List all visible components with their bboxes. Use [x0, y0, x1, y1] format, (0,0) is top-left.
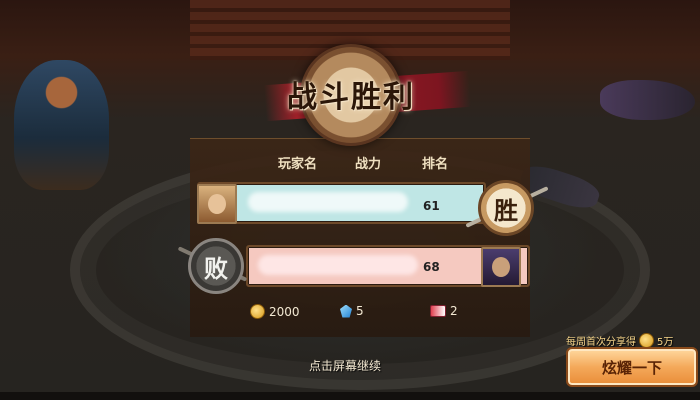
- victory-badge: 胜: [478, 180, 534, 236]
- loser-power: 68: [423, 260, 440, 274]
- reward-gold-value: 2000: [269, 304, 300, 319]
- tap-to-continue[interactable]: 点击屏幕继续: [309, 357, 381, 374]
- share-button[interactable]: 炫耀一下: [566, 347, 698, 387]
- warrior-character: [14, 60, 109, 190]
- defeat-badge: 败: [188, 238, 244, 294]
- bottom-edge: [0, 392, 700, 400]
- header-power: 战力: [355, 157, 382, 172]
- reward-gold: 2000: [250, 304, 300, 319]
- loser-avatar: [481, 247, 521, 287]
- victory-title: 战斗胜利: [287, 80, 415, 115]
- weekly-share-label: 每周首次分享得: [566, 337, 636, 348]
- winner-name-blurred: [248, 192, 408, 212]
- weekly-share-reward: 每周首次分享得 5万: [566, 333, 673, 348]
- reward-gem: 5: [340, 304, 364, 318]
- winner-power: 61: [423, 199, 440, 213]
- ticket-icon: [430, 305, 446, 317]
- winner-avatar: [197, 184, 237, 224]
- header-player-name: 玩家名: [278, 157, 318, 172]
- gold-coin-icon: [639, 333, 654, 348]
- defeated-character-right: [600, 80, 695, 120]
- header-rank: 排名: [422, 157, 449, 172]
- weekly-share-amount: 5万: [657, 337, 674, 348]
- reward-gem-value: 5: [356, 304, 364, 318]
- gem-icon: [340, 304, 352, 318]
- gold-coin-icon: [250, 304, 265, 319]
- reward-ticket-value: 2: [450, 304, 458, 318]
- loser-name-blurred: [258, 255, 418, 275]
- reward-ticket: 2: [430, 304, 458, 318]
